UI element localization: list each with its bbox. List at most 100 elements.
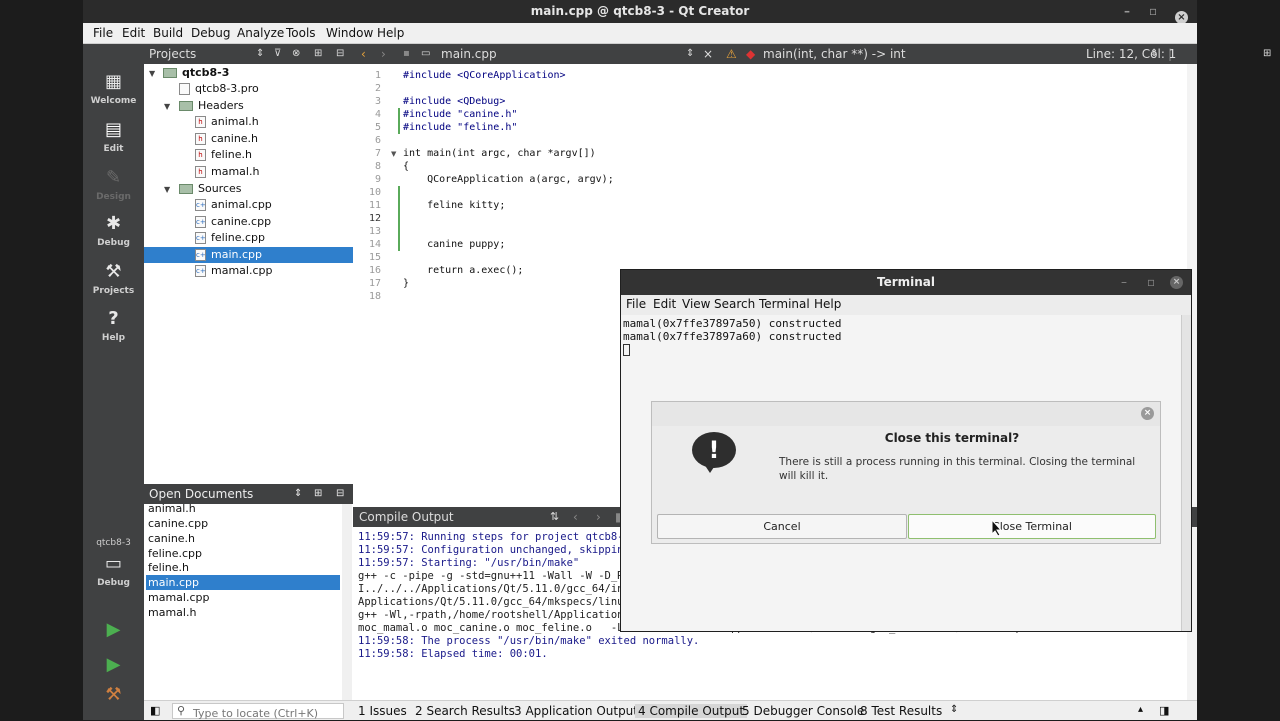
sidebar-toggle-icon[interactable]: ◧	[150, 704, 160, 717]
mode-label: Edit	[103, 144, 124, 154]
open-doc-item[interactable]: animal.h	[146, 501, 340, 516]
mode-projects[interactable]: ⚒ Projects	[83, 262, 144, 297]
open-doc-item[interactable]: feline.cpp	[146, 546, 340, 561]
open-doc-item[interactable]: feline.h	[146, 560, 340, 575]
output-pane-toggle-icon[interactable]: ▴	[1138, 704, 1143, 715]
tree-item-feline-cpp[interactable]: c+ feline.cpp	[195, 230, 265, 246]
file-dropdown-icon[interactable]: ⇕	[686, 44, 694, 64]
terminal-menu-terminal[interactable]: Terminal	[759, 297, 810, 311]
locator-input[interactable]: ⚲ Type to locate (Ctrl+K)	[172, 703, 344, 720]
tree-item-headers[interactable]: Headers	[179, 98, 244, 114]
debug-run-button[interactable]: ▶	[83, 655, 144, 679]
terminal-menu-search[interactable]: Search	[714, 297, 755, 311]
menu-debug[interactable]: Debug	[191, 26, 230, 40]
forward-icon[interactable]: ›	[381, 44, 386, 64]
terminal-scrollbar[interactable]	[1181, 315, 1191, 631]
prev-icon[interactable]: ‹	[573, 507, 578, 527]
mode-help[interactable]: ? Help	[83, 309, 144, 344]
close-pane-icon[interactable]: ⊟	[336, 44, 344, 64]
split-icon[interactable]: ⊞	[1263, 44, 1271, 64]
tree-item-mamal-cpp[interactable]: c+ mamal.cpp	[195, 263, 272, 279]
terminal-menu-view[interactable]: View	[682, 297, 710, 311]
filter-icon[interactable]: ⊽	[274, 44, 281, 64]
right-sidebar-toggle-icon[interactable]: ◨	[1159, 704, 1169, 717]
open-doc-item[interactable]: canine.h	[146, 531, 340, 546]
tree-item-canine-h[interactable]: h canine.h	[195, 131, 258, 147]
dialog-close-button[interactable]: ×	[1141, 407, 1154, 420]
terminal-menu-edit[interactable]: Edit	[653, 297, 676, 311]
terminal-minimize-button[interactable]: –	[1121, 270, 1127, 295]
next-icon[interactable]: ›	[596, 507, 601, 527]
maximize-button[interactable]: ▫	[1149, 0, 1157, 23]
projects-pane-header: Projects ⇕ ⊽ ⊗ ⊞ ⊟	[144, 44, 353, 64]
filter-icon[interactable]: ⇅	[550, 507, 559, 527]
tree-item-animal-cpp[interactable]: c+ animal.cpp	[195, 197, 272, 213]
tab-debugger-console[interactable]: 5 Debugger Console	[742, 704, 864, 718]
mode-design[interactable]: ✎ Design	[83, 168, 144, 203]
view-selector-icon[interactable]: ⇕	[256, 44, 264, 64]
symbol-selector[interactable]: main(int, char **) -> int	[763, 44, 906, 64]
open-doc-item[interactable]: canine.cpp	[146, 516, 340, 531]
cpp-file-icon: c+	[195, 216, 206, 228]
tree-item-mamal-h[interactable]: h mamal.h	[195, 164, 259, 180]
bug-icon: ✱	[105, 213, 122, 234]
tree-item-sources[interactable]: Sources	[179, 181, 242, 197]
mode-label: Help	[101, 333, 126, 343]
mode-welcome[interactable]: ▦ Welcome	[83, 72, 144, 107]
tab-application-output[interactable]: 3 Application Output	[514, 704, 638, 718]
code-line: int main(int argc, char *argv[])	[403, 148, 596, 159]
play-icon: ▶	[106, 619, 121, 640]
mode-debug[interactable]: ✱ Debug	[83, 213, 144, 249]
open-doc-item-selected[interactable]: main.cpp	[146, 575, 340, 590]
build-button[interactable]: ⚒	[83, 685, 144, 709]
minimize-button[interactable]: –	[1124, 0, 1130, 23]
menu-help[interactable]: Help	[377, 26, 404, 40]
menu-build[interactable]: Build	[153, 26, 183, 40]
menu-window[interactable]: Window	[326, 26, 373, 40]
scrollbar[interactable]	[342, 504, 352, 700]
tree-label: feline.cpp	[211, 231, 266, 244]
terminal-cursor	[623, 344, 630, 356]
terminal-line: mamal(0x7ffe37897a50) constructed	[623, 317, 842, 330]
close-document-icon[interactable]: ×	[703, 44, 713, 64]
cpp-file-icon: c+	[195, 199, 206, 211]
split-icon[interactable]: ⊞	[314, 44, 322, 64]
menu-edit[interactable]: Edit	[122, 26, 145, 40]
tab-issues[interactable]: 1 Issues	[358, 704, 407, 718]
tree-item-main-cpp[interactable]: c+ main.cpp	[144, 247, 353, 263]
terminal-menu-file[interactable]: File	[626, 297, 646, 311]
mode-edit[interactable]: ▤ Edit	[83, 120, 144, 155]
project-root[interactable]: qtcb8-3	[163, 65, 229, 81]
terminal-close-button[interactable]: ×	[1170, 276, 1183, 289]
menu-tools[interactable]: Tools	[286, 26, 316, 40]
code-line: #include <QCoreApplication>	[403, 70, 566, 81]
kit-selector[interactable]: qtcb8-3 ▭ Debug	[83, 538, 144, 588]
collapse-arrow-icon[interactable]: ▼	[164, 185, 170, 194]
tab-test-results[interactable]: 8 Test Results	[860, 704, 942, 718]
terminal-menu-help[interactable]: Help	[814, 297, 841, 311]
open-doc-item[interactable]: mamal.h	[146, 605, 340, 620]
link-icon[interactable]: ⊗	[292, 44, 300, 64]
more-tabs-icon[interactable]: ⇕	[950, 704, 958, 715]
editor-file-name[interactable]: main.cpp	[441, 44, 497, 64]
open-doc-item[interactable]: mamal.cpp	[146, 590, 340, 605]
tree-item-animal-h[interactable]: h animal.h	[195, 114, 259, 130]
collapse-arrow-icon[interactable]: ▼	[149, 69, 155, 78]
tree-item-canine-cpp[interactable]: c+ canine.cpp	[195, 214, 271, 230]
tree-item-feline-h[interactable]: h feline.h	[195, 147, 252, 163]
menu-analyze[interactable]: Analyze	[237, 26, 284, 40]
terminal-line: mamal(0x7ffe37897a60) constructed	[623, 330, 842, 343]
menu-file[interactable]: File	[93, 26, 113, 40]
cancel-button[interactable]: Cancel	[657, 514, 907, 539]
run-button[interactable]: ▶	[83, 620, 144, 644]
collapse-arrow-icon[interactable]: ▼	[164, 102, 170, 111]
back-icon[interactable]: ‹	[361, 44, 366, 64]
tab-compile-output[interactable]: 4 Compile Output	[635, 704, 748, 718]
tab-search-results[interactable]: 2 Search Results	[415, 704, 515, 718]
terminal-maximize-button[interactable]: ▫	[1147, 270, 1155, 295]
cursor-position[interactable]: Line: 12, Col: 1	[1086, 44, 1176, 64]
output-line: Applications/Qt/5.11.0/gcc_64/mkspecs/li…	[358, 596, 624, 608]
open-documents-title: Open Documents	[149, 487, 254, 501]
tree-item-pro[interactable]: qtcb8-3.pro	[179, 81, 259, 97]
close-terminal-button[interactable]: Close Terminal	[908, 514, 1156, 539]
